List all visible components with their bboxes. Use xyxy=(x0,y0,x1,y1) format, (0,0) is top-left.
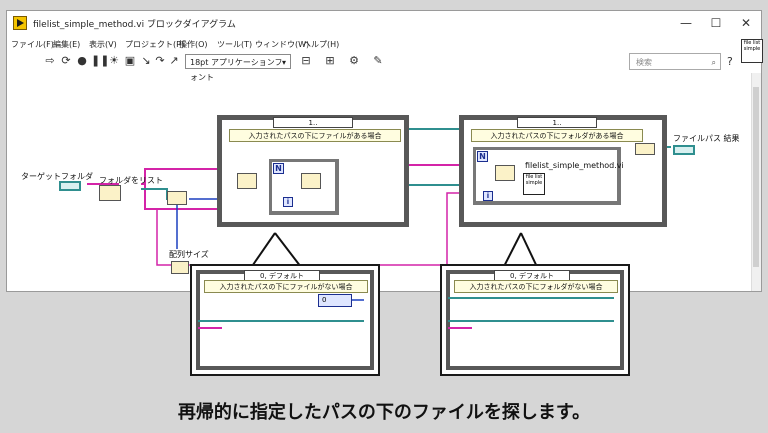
toolbar: ⇨ ⟳ ● ❚❚ ☀ ▣ ↘ ↷ ↗ 18pt アプリケーションフォント ▾ ⊟… xyxy=(7,51,761,82)
array-size-node[interactable] xyxy=(171,261,189,274)
window-title: filelist_simple_method.vi ブロックダイアグラム xyxy=(33,20,236,30)
block-diagram-canvas: ターゲットフォルダ フォルダをリスト 配列サイズ 1.. 入力されたパスの下にフ… xyxy=(7,73,752,292)
step-out-icon[interactable]: ↗ xyxy=(167,54,181,68)
case-caption-folders: 入力されたパスの下にフォルダがある場合 xyxy=(471,129,643,142)
vertical-scrollbar[interactable] xyxy=(751,73,761,291)
list-folder-node[interactable] xyxy=(99,185,121,201)
popup-files-default: 0, デフォルト 入力されたパスの下にファイルがない場合 0 xyxy=(190,264,380,376)
search-placeholder: 検索 xyxy=(636,58,652,67)
page-caption: 再帰的に指定したパスの下のファイルを探します。 xyxy=(177,402,591,423)
loop-iteration-terminal: i xyxy=(283,197,293,207)
menu-project[interactable]: プロジェクト(P) xyxy=(125,39,184,50)
menu-bar: ファイル(F) 編集(E) 表示(V) プロジェクト(P) 操作(O) ツール(… xyxy=(7,37,761,51)
search-input[interactable]: 検索 ⌕ xyxy=(629,53,721,70)
menu-edit[interactable]: 編集(E) xyxy=(53,39,80,50)
build-path-inner-node[interactable] xyxy=(301,173,321,189)
maximize-button[interactable]: ☐ xyxy=(701,13,731,33)
case-selector-folders[interactable]: 1.. xyxy=(517,117,597,128)
scrollbar-thumb[interactable] xyxy=(753,87,759,267)
popup-folders-default: 0, デフォルト 入力されたパスの下にフォルダがない場合 xyxy=(440,264,630,376)
labview-app-icon xyxy=(13,16,27,30)
highlight-execution-icon[interactable]: ☀ xyxy=(107,54,121,68)
pause-icon[interactable]: ❚❚ xyxy=(91,54,109,68)
menu-window[interactable]: ウィンドウ(W) xyxy=(255,39,309,50)
step-into-icon[interactable]: ↘ xyxy=(139,54,153,68)
retain-wire-values-icon[interactable]: ▣ xyxy=(123,54,137,68)
file-path-result-indicator xyxy=(673,145,695,155)
recursive-subvi-icon[interactable]: file list simple xyxy=(523,173,545,195)
chevron-down-icon: ▾ xyxy=(281,58,286,67)
file-path-result-label: ファイルパス 結果 xyxy=(673,134,740,143)
target-folder-label: ターゲットフォルダ xyxy=(21,172,93,181)
run-arrow-icon[interactable]: ⇨ xyxy=(43,54,57,68)
build-path-node[interactable] xyxy=(237,173,257,189)
array-size-label: 配列サイズ xyxy=(169,250,209,259)
target-folder-control[interactable] xyxy=(59,181,81,191)
subvi-label: filelist_simple_method.vi xyxy=(525,161,624,170)
menu-help[interactable]: ヘルプ(H) xyxy=(303,39,339,50)
concatenate-node[interactable] xyxy=(635,143,655,155)
reorder-icon[interactable]: ⚙ xyxy=(347,54,361,68)
menu-tools[interactable]: ツール(T) xyxy=(217,39,252,50)
clean-up-diagram-icon[interactable]: ✎ xyxy=(371,54,385,68)
popup-folders-wires xyxy=(448,297,614,329)
step-over-icon[interactable]: ↷ xyxy=(153,54,167,68)
loop-iteration-terminal-2: i xyxy=(483,191,493,201)
build-path-folder-node[interactable] xyxy=(495,165,515,181)
block-diagram-window: filelist_simple_method.vi ブロックダイアグラム — ☐… xyxy=(6,10,763,292)
popup-files-wires xyxy=(198,299,364,329)
title-bar: filelist_simple_method.vi ブロックダイアグラム — ☐… xyxy=(7,11,761,37)
distribute-objects-icon[interactable]: ⊞ xyxy=(323,54,337,68)
loop-count-terminal: N xyxy=(273,163,284,174)
minimize-button[interactable]: — xyxy=(671,13,701,33)
font-select[interactable]: 18pt アプリケーションフォント ▾ xyxy=(185,54,291,82)
array-node[interactable] xyxy=(167,191,187,205)
abort-icon[interactable]: ● xyxy=(75,54,89,68)
close-button[interactable]: ✕ xyxy=(731,13,761,33)
search-icon: ⌕ xyxy=(711,58,716,67)
run-continuously-icon[interactable]: ⟳ xyxy=(59,54,73,68)
menu-view[interactable]: 表示(V) xyxy=(89,39,117,50)
help-button[interactable]: ? xyxy=(727,55,733,68)
align-objects-icon[interactable]: ⊟ xyxy=(299,54,313,68)
menu-operate[interactable]: 操作(O) xyxy=(179,39,208,50)
case-caption-files: 入力されたパスの下にファイルがある場合 xyxy=(229,129,401,142)
loop-count-terminal-2: N xyxy=(477,151,488,162)
vi-icon: file list simple xyxy=(741,39,763,63)
case-selector-files[interactable]: 1.. xyxy=(273,117,353,128)
menu-file[interactable]: ファイル(F) xyxy=(11,39,54,50)
